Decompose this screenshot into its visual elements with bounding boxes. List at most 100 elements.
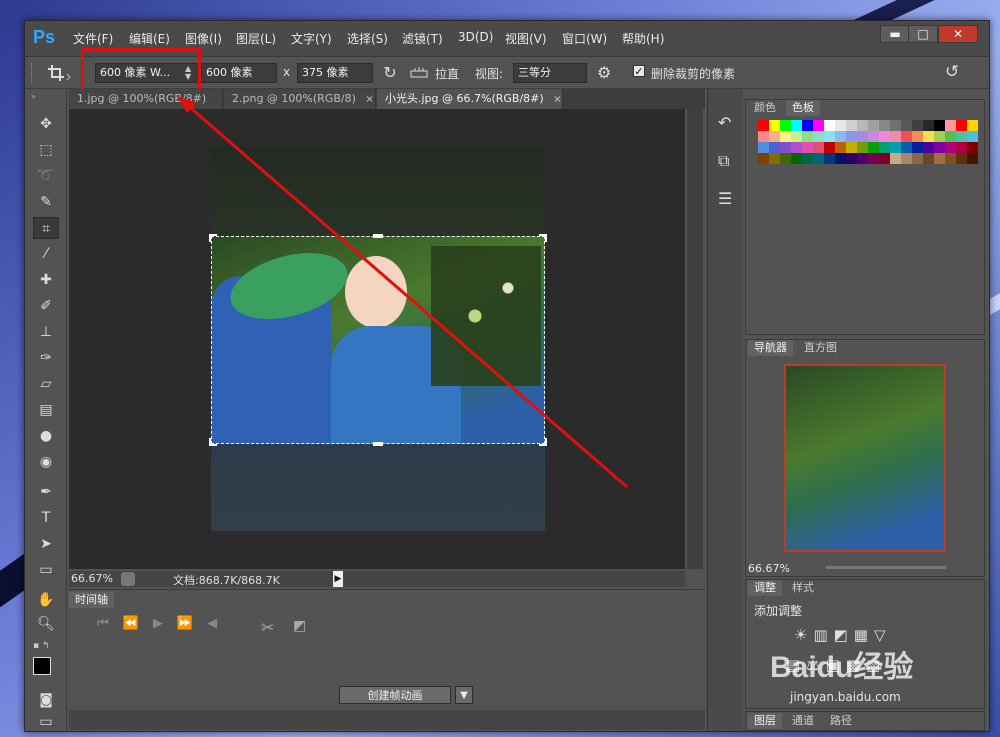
color-swatch[interactable] xyxy=(758,153,769,164)
tab-color[interactable]: 颜色 xyxy=(748,100,782,116)
color-swatch[interactable] xyxy=(912,142,923,153)
tab-document-2[interactable]: 2.png @ 100%(RGB/8) × xyxy=(224,89,376,109)
crop-handle-top[interactable] xyxy=(373,234,383,238)
tab-adjustments[interactable]: 调整 xyxy=(748,580,782,596)
tab-paths[interactable]: 路径 xyxy=(824,713,858,729)
maximize-button[interactable]: □ xyxy=(908,25,938,43)
straighten-icon[interactable] xyxy=(409,63,429,83)
swatch-grid[interactable] xyxy=(758,120,978,210)
color-swatch[interactable] xyxy=(923,131,934,142)
color-swatch[interactable] xyxy=(934,120,945,131)
crop-width-input[interactable]: 600 像素 xyxy=(201,63,277,83)
overlay-view-select[interactable]: 三等分 xyxy=(513,63,587,83)
navigator-thumbnail[interactable] xyxy=(784,364,946,552)
color-swatch[interactable] xyxy=(758,142,769,153)
tab-layers[interactable]: 图层 xyxy=(748,713,782,729)
eyedropper-tool-icon[interactable]: ⁄ xyxy=(33,243,59,265)
color-swatch[interactable] xyxy=(824,153,835,164)
color-swatch[interactable] xyxy=(890,153,901,164)
color-swatch[interactable] xyxy=(824,120,835,131)
stamp-tool-icon[interactable]: ⊥ xyxy=(33,321,59,343)
color-swatch[interactable] xyxy=(956,131,967,142)
color-swatch[interactable] xyxy=(791,131,802,142)
color-swatch[interactable] xyxy=(758,131,769,142)
zoom-slider[interactable] xyxy=(826,566,946,569)
3d-icon[interactable]: ⧉ xyxy=(718,151,729,171)
menu-image[interactable]: 图像(I) xyxy=(185,30,222,48)
color-swatch[interactable] xyxy=(868,131,879,142)
properties-icon[interactable]: ☰ xyxy=(718,189,732,208)
color-swatch[interactable] xyxy=(857,120,868,131)
color-swatch[interactable] xyxy=(868,120,879,131)
create-frame-animation-button[interactable]: 创建帧动画 xyxy=(339,686,451,704)
blur-tool-icon[interactable]: ● xyxy=(33,425,59,447)
color-swatch[interactable] xyxy=(890,131,901,142)
color-swatch[interactable] xyxy=(846,142,857,153)
color-swatch[interactable] xyxy=(923,142,934,153)
color-swatch[interactable] xyxy=(923,153,934,164)
color-swatch[interactable] xyxy=(846,153,857,164)
color-swatch[interactable] xyxy=(868,153,879,164)
crop-handle-bottom[interactable] xyxy=(373,442,383,446)
tab-channels[interactable]: 通道 xyxy=(786,713,820,729)
tab-swatches[interactable]: 色板 xyxy=(786,100,820,116)
color-swatch[interactable] xyxy=(934,153,945,164)
color-swatch[interactable] xyxy=(813,153,824,164)
color-swatch[interactable] xyxy=(901,153,912,164)
menu-3d[interactable]: 3D(D) xyxy=(458,30,493,48)
color-swatch[interactable] xyxy=(967,120,978,131)
color-swatch[interactable] xyxy=(945,120,956,131)
color-swatch[interactable] xyxy=(956,153,967,164)
color-swatch[interactable] xyxy=(879,131,890,142)
tab-document-3[interactable]: 小光头.jpg @ 66.7%(RGB/8#) × xyxy=(377,89,563,109)
tab-styles[interactable]: 样式 xyxy=(786,580,820,596)
color-swatch[interactable] xyxy=(967,142,978,153)
quick-select-tool-icon[interactable]: ✎ xyxy=(33,191,59,213)
foreground-color-swatch[interactable] xyxy=(33,657,51,675)
brush-tool-icon[interactable]: ✐ xyxy=(33,295,59,317)
color-swatch[interactable] xyxy=(769,131,780,142)
crop-handle-bottom-right[interactable] xyxy=(539,438,547,446)
color-swatch[interactable] xyxy=(945,131,956,142)
color-swatch[interactable] xyxy=(945,153,956,164)
straighten-label[interactable]: 拉直 xyxy=(435,65,459,82)
collapse-icon[interactable]: » xyxy=(31,92,36,101)
pen-tool-icon[interactable]: ✒ xyxy=(33,481,59,503)
gear-icon[interactable]: ⚙ xyxy=(597,63,617,83)
tab-navigator[interactable]: 导航器 xyxy=(748,340,793,356)
crop-handle-top-right[interactable] xyxy=(539,234,547,242)
swap-icon[interactable]: ↻ xyxy=(379,63,401,83)
color-swatch[interactable] xyxy=(791,120,802,131)
menu-filter[interactable]: 滤镜(T) xyxy=(402,30,443,48)
zoom-tool-icon[interactable]: 🔍︎ xyxy=(33,613,59,635)
menu-select[interactable]: 选择(S) xyxy=(347,30,388,48)
color-swatch[interactable] xyxy=(769,120,780,131)
vertical-scrollbar[interactable] xyxy=(687,109,703,569)
color-swatch[interactable] xyxy=(923,120,934,131)
navigator-zoom[interactable]: 66.67% xyxy=(748,562,790,575)
color-swatch[interactable] xyxy=(835,120,846,131)
color-swatch[interactable] xyxy=(813,131,824,142)
menu-help[interactable]: 帮助(H) xyxy=(622,30,664,48)
dodge-tool-icon[interactable]: ◉ xyxy=(33,451,59,473)
color-swatch[interactable] xyxy=(901,120,912,131)
color-swatch[interactable] xyxy=(824,131,835,142)
crop-tool-preset-icon[interactable] xyxy=(45,62,71,84)
play-arrow-icon[interactable]: ▶ xyxy=(333,571,343,587)
delete-cropped-label[interactable]: 删除裁剪的像素 xyxy=(651,65,735,82)
menu-type[interactable]: 文字(Y) xyxy=(291,30,332,48)
screen-mode-icon[interactable]: ▭ xyxy=(33,711,59,733)
crop-tool-icon[interactable]: ⌗ xyxy=(33,217,59,239)
color-swatch[interactable] xyxy=(780,120,791,131)
color-swatch[interactable] xyxy=(846,120,857,131)
swap-colors-icon[interactable]: ▪ ↰ xyxy=(33,641,63,653)
menu-layer[interactable]: 图层(L) xyxy=(236,30,276,48)
gradient-tool-icon[interactable]: ▤ xyxy=(33,399,59,421)
crop-handle-bottom-left[interactable] xyxy=(209,438,217,446)
color-swatch[interactable] xyxy=(758,120,769,131)
color-swatch[interactable] xyxy=(945,142,956,153)
quick-mask-icon[interactable]: ◙ xyxy=(33,689,59,711)
color-swatch[interactable] xyxy=(879,120,890,131)
color-swatch[interactable] xyxy=(769,153,780,164)
tab-document-1[interactable]: 1.jpg @ 100%(RGB/8#) × xyxy=(69,89,223,125)
